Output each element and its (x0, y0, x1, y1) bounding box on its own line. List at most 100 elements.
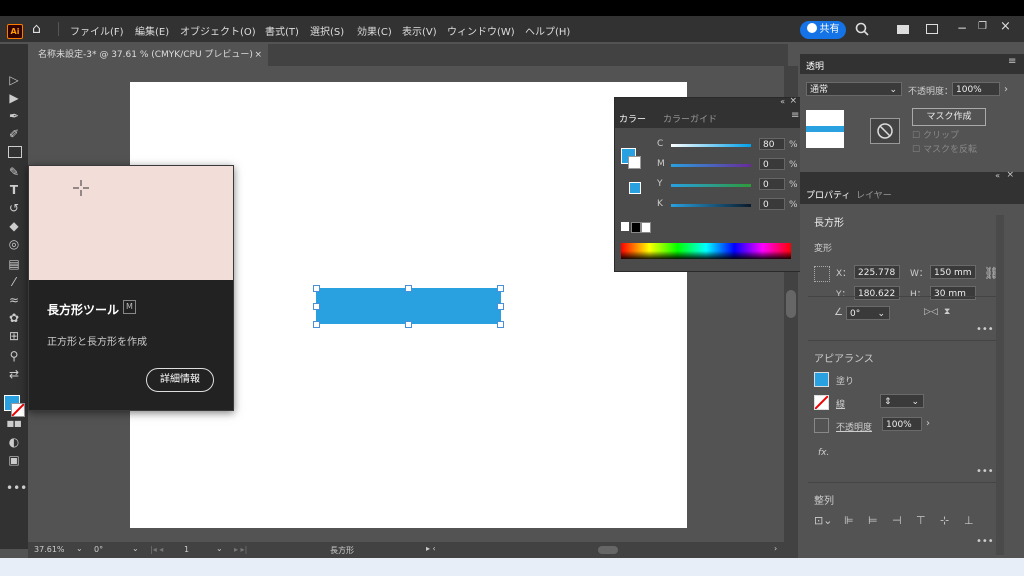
zoom-level[interactable]: 37.61% (34, 545, 65, 554)
first-artboard-icon[interactable]: |◂ ◂ (150, 545, 163, 554)
angle-field[interactable]: 0° ⌄ (846, 306, 890, 320)
curvature-tool-icon[interactable]: ✐ (6, 126, 22, 142)
collapse-icon[interactable]: « (995, 171, 1000, 180)
slider-c-track[interactable] (671, 144, 751, 147)
document-close-icon[interactable]: × (254, 44, 262, 66)
color-mode-icon[interactable]: ■■ (6, 416, 22, 432)
handle-middle-right[interactable] (497, 303, 504, 310)
align-right-icon[interactable]: ⊣ (892, 514, 902, 527)
slider-y-value[interactable]: 0 (759, 178, 785, 190)
flip-vertical-icon[interactable]: ⧗ (944, 307, 950, 317)
rectangle-tool-icon[interactable] (8, 146, 22, 158)
tab-color-guide[interactable]: カラーガイド (663, 112, 717, 125)
menu-window[interactable]: ウィンドウ(W) (447, 23, 515, 38)
transform-more-button[interactable]: ••• (976, 324, 994, 335)
stroke-appearance-swatch[interactable] (814, 395, 829, 410)
rotate-tool-icon[interactable]: ↺ (6, 200, 22, 216)
fill-appearance-swatch[interactable] (814, 372, 829, 387)
menu-object[interactable]: オブジェクト(O) (180, 23, 256, 38)
next-artboard-icon[interactable]: ▸ ▸| (234, 545, 247, 554)
zoom-tool-icon[interactable]: ⚲ (6, 348, 22, 364)
black-swatch[interactable] (631, 222, 641, 233)
clip-checkbox[interactable]: ☐ クリップ (912, 128, 959, 141)
menu-edit[interactable]: 編集(E) (135, 23, 169, 38)
x-field[interactable]: 225.778 (854, 265, 900, 279)
align-left-icon[interactable]: ⊫ (844, 514, 854, 527)
symbol-sprayer-tool-icon[interactable]: ✿ (6, 310, 22, 326)
flip-horizontal-icon[interactable]: ▷◁ (924, 307, 938, 317)
artboard-tool-icon[interactable]: ⊞ (6, 328, 22, 344)
slider-y-track[interactable] (671, 184, 751, 187)
opacity-field[interactable]: 100% (882, 417, 922, 431)
share-button[interactable]: 共有 (800, 21, 846, 39)
chevron-down-icon[interactable]: ⌄ (132, 544, 139, 553)
stroke-swatch[interactable] (11, 403, 25, 417)
home-icon[interactable]: ⌂ (32, 21, 41, 37)
blend-mode-select[interactable]: 通常 ⌄ (806, 82, 902, 96)
opacity-label[interactable]: 不透明度 (836, 420, 872, 433)
properties-panel-titlebar[interactable]: « × (800, 170, 1024, 182)
handle-top-middle[interactable] (405, 285, 412, 292)
direct-selection-tool-icon[interactable]: ▶ (6, 90, 22, 106)
shape-builder-tool-icon[interactable]: ◎ (6, 236, 22, 252)
handle-bottom-right[interactable] (497, 321, 504, 328)
slider-k-value[interactable]: 0 (759, 198, 785, 210)
color-panel-titlebar[interactable]: « × (615, 96, 801, 108)
tab-color[interactable]: カラー (619, 112, 646, 125)
selection-tool-icon[interactable]: ▷ (6, 72, 22, 88)
paintbrush-tool-icon[interactable]: ✎ (6, 164, 22, 180)
menu-file[interactable]: ファイル(F) (70, 23, 124, 38)
menu-view[interactable]: 表示(V) (402, 23, 437, 38)
handle-top-right[interactable] (497, 285, 504, 292)
chevron-right-icon[interactable]: › (926, 418, 930, 429)
slider-m-value[interactable]: 0 (759, 158, 785, 170)
blend-tool-icon[interactable]: ≈ (6, 292, 22, 308)
transparency-menu-icon[interactable]: ≡ (1008, 56, 1016, 67)
stroke-weight-field[interactable]: ⇕ ⌄ (880, 394, 924, 408)
transparency-options-icon[interactable]: › (1004, 84, 1008, 95)
align-more-button[interactable]: ••• (976, 536, 994, 547)
make-mask-button[interactable]: マスク作成 (912, 108, 986, 126)
color-panel-close-icon[interactable]: × (789, 96, 797, 106)
swap-fill-stroke-icon[interactable]: ⇄ (6, 366, 22, 382)
h-field[interactable]: 30 mm (930, 286, 976, 300)
white-swatch[interactable] (641, 222, 651, 233)
edit-toolbar-icon[interactable]: ••• (6, 480, 27, 496)
align-horizontal-center-icon[interactable]: ⊨ (868, 514, 878, 527)
stroke-label[interactable]: 線 (836, 397, 845, 410)
handle-bottom-left[interactable] (313, 321, 320, 328)
scroll-right-icon[interactable]: › (774, 544, 777, 553)
close-icon[interactable]: × (1000, 19, 1011, 34)
mask-thumbnail[interactable] (870, 118, 900, 144)
arrange-documents-icon[interactable] (897, 25, 909, 34)
handle-top-left[interactable] (313, 285, 320, 292)
learn-more-button[interactable]: 詳細情報 (146, 368, 214, 392)
canvas-scroll-thumb[interactable] (786, 290, 796, 318)
menu-select[interactable]: 選択(S) (310, 23, 344, 38)
gradient-tool-icon[interactable]: ▤ (6, 256, 22, 272)
stroke-color-swatch[interactable] (628, 156, 641, 169)
eyedropper-tool-icon[interactable]: ⁄ (6, 274, 22, 290)
document-tab[interactable]: 名称未設定-3* @ 37.61 % (CMYK/CPU プレビュー) × (28, 44, 268, 66)
none-swatch[interactable] (621, 222, 629, 231)
w-field[interactable]: 150 mm (930, 265, 976, 279)
restore-icon[interactable]: ❐ (978, 21, 987, 32)
slider-k-track[interactable] (671, 204, 751, 207)
collapse-icon[interactable]: « (780, 97, 785, 106)
chevron-down-icon[interactable]: ⌄ (76, 544, 83, 553)
properties-scrollbar[interactable] (996, 215, 1004, 555)
handle-middle-left[interactable] (313, 303, 320, 310)
menu-effect[interactable]: 効果(C) (357, 23, 392, 38)
type-tool-icon[interactable]: T (6, 182, 22, 198)
tab-transparency[interactable]: 透明 (806, 59, 824, 72)
horizontal-scroll-thumb[interactable] (598, 546, 618, 554)
properties-close-icon[interactable]: × (1006, 170, 1014, 180)
fx-button[interactable]: fx. (818, 448, 829, 458)
appearance-more-button[interactable]: ••• (976, 466, 994, 477)
reference-point-icon[interactable] (814, 266, 830, 282)
slider-m-track[interactable] (671, 164, 751, 167)
screen-mode-icon[interactable]: ▣ (6, 452, 22, 468)
draw-mode-icon[interactable]: ◐ (6, 434, 22, 450)
workspace-icon[interactable] (926, 24, 938, 34)
out-of-gamut-swatch[interactable] (629, 182, 641, 194)
